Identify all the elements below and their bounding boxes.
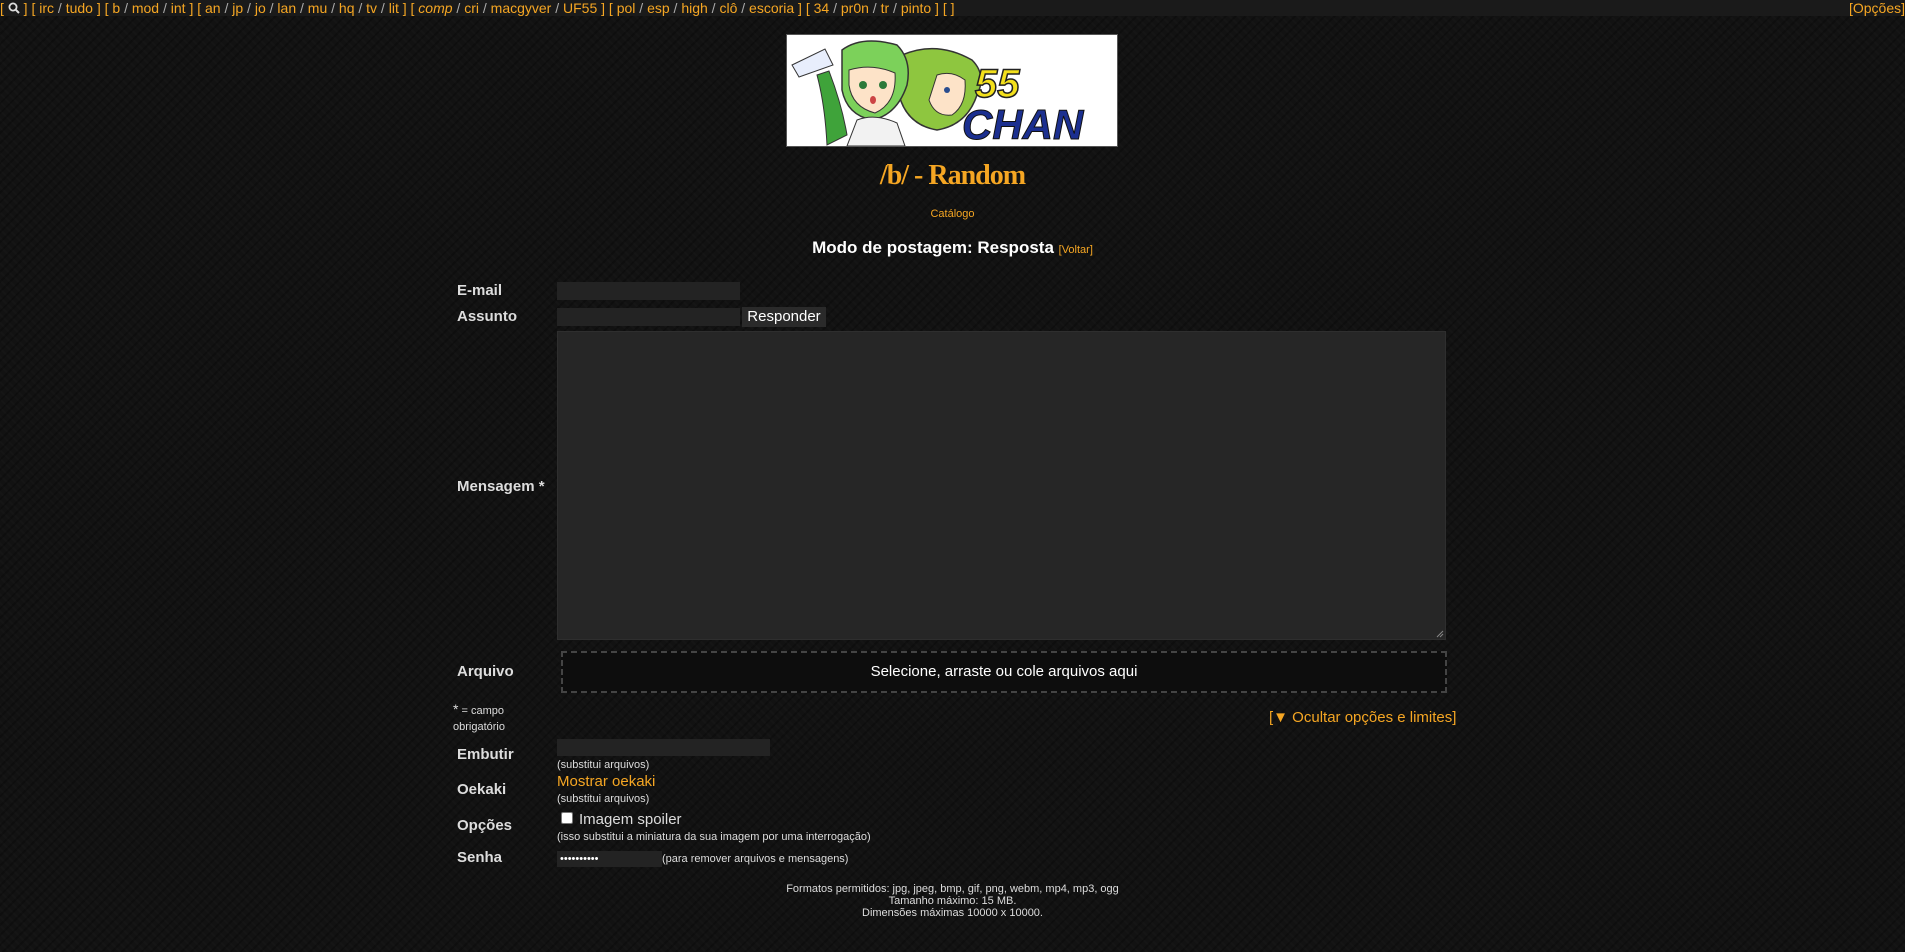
spoiler-checkbox[interactable] [561,812,573,824]
allowed-formats: Formatos permitidos: jpg, jpeg, bmp, gif… [786,883,1119,895]
nav-board-an[interactable]: an [205,0,221,16]
posting-mode: Modo de postagem: Resposta [Voltar] [0,238,1905,258]
spoiler-note: (isso substitui a miniatura da sua image… [557,831,871,843]
back-link[interactable]: [Voltar] [1059,244,1093,256]
toggle-options-link[interactable]: [▼ Ocultar opções e limites] [1269,709,1456,726]
required-note-text2: obrigatório [453,721,505,733]
required-note: * = campo obrigatório [453,701,505,735]
nav-board-pol[interactable]: pol [617,0,636,16]
nav-board-lan[interactable]: lan [277,0,296,16]
nav-board-cri[interactable]: cri [464,0,479,16]
nav-board-34[interactable]: 34 [814,0,830,16]
nav-board-tr[interactable]: tr [881,0,890,16]
nav-board-esp[interactable]: esp [647,0,670,16]
max-dimensions: Dimensões máximas 10000 x 10000. [862,907,1043,919]
nav-board-tv[interactable]: tv [366,0,377,16]
nav-board-escoria[interactable]: escoria [749,0,794,16]
nav-board-uf55[interactable]: UF55 [563,0,597,16]
upload-limits: Formatos permitidos: jpg, jpeg, bmp, gif… [0,883,1905,919]
banner-text-chan: CHAN [962,101,1085,146]
search-icon[interactable] [8,0,24,16]
nav-board-comp[interactable]: comp [418,0,452,16]
nav-board-irc[interactable]: irc [39,0,54,16]
options-label: Opções [457,817,513,834]
required-star: * [453,701,459,717]
email-label: E-mail [457,282,503,299]
nav-board-high[interactable]: high [681,0,707,16]
nav-board-groups: [ irc / tudo ] [ b / mod / int ] [ an / … [31,0,955,16]
show-oekaki-link[interactable]: Mostrar oekaki [557,773,655,790]
catalog-link[interactable]: Catálogo [0,208,1905,220]
resize-grip-icon[interactable] [1436,630,1444,638]
nav-board-hq[interactable]: hq [339,0,355,16]
subject-label: Assunto [457,308,517,325]
options-link[interactable]: [Opções] [1849,0,1905,16]
file-dropzone[interactable]: Selecione, arraste ou cole arquivos aqui [561,651,1447,693]
nav-board-lit[interactable]: lit [389,0,399,16]
nav-board-cl[interactable]: clô [719,0,737,16]
reply-button[interactable]: Responder [742,307,826,327]
board-nav-bar: [ ] [ irc / tudo ] [ b / mod / int ] [ a… [0,0,1905,16]
message-label: Mensagem * [457,478,545,495]
spoiler-label: Imagem spoiler [579,811,682,828]
posting-mode-text: Modo de postagem: Resposta [812,238,1054,257]
nav-board-macgyver[interactable]: macgyver [491,0,552,16]
site-banner-image[interactable]: 55 CHAN [786,34,1118,147]
embed-note: (substitui arquivos) [557,759,650,771]
board-title: /b/ - Random [879,160,1026,191]
embed-field[interactable] [557,739,770,756]
oekaki-note: (substitui arquivos) [557,793,650,805]
password-note: (para remover arquivos e mensagens) [662,853,849,865]
subject-field[interactable] [557,308,740,326]
password-field[interactable]: •••••••••• [557,851,662,867]
nav-board-pinto[interactable]: pinto [901,0,931,16]
nav-board-jo[interactable]: jo [255,0,266,16]
password-label: Senha [457,849,503,866]
nav-board-mu[interactable]: mu [308,0,327,16]
nav-board-tudo[interactable]: tudo [66,0,93,16]
embed-label: Embutir [457,746,514,763]
message-textarea[interactable] [557,331,1446,640]
nav-board-mod[interactable]: mod [132,0,159,16]
oekaki-label: Oekaki [457,781,507,798]
nav-board-pr0n[interactable]: pr0n [841,0,869,16]
nav-board-jp[interactable]: jp [232,0,243,16]
required-note-text: = campo [461,705,505,717]
nav-board-int[interactable]: int [171,0,186,16]
max-size: Tamanho máximo: 15 MB. [888,895,1017,907]
file-label: Arquivo [457,663,514,680]
email-field[interactable] [557,282,740,300]
banner-text-55: 55 [975,62,1020,106]
